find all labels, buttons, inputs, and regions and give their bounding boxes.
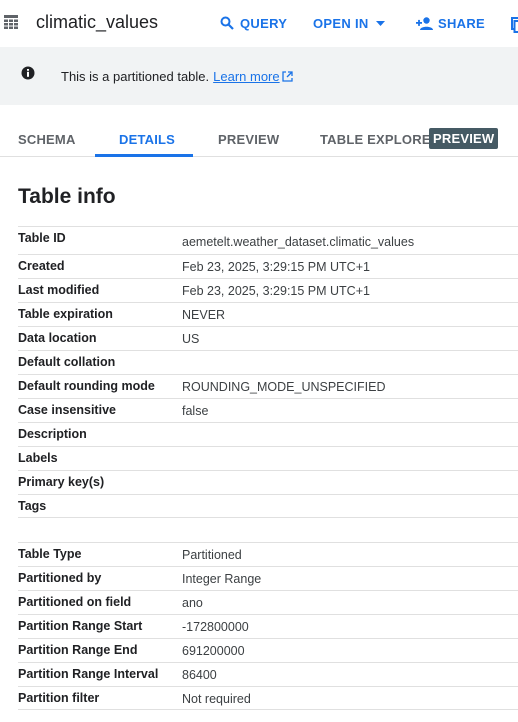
query-button[interactable]: QUERY [220, 12, 287, 34]
info-key: Labels [18, 451, 58, 465]
page-title: climatic_values [36, 12, 159, 32]
info-key: Partition Range Interval [18, 667, 159, 681]
info-value: Feb 23, 2025, 3:29:15 PM UTC+1 [182, 284, 370, 298]
copy-button[interactable] [511, 14, 518, 36]
search-icon [220, 16, 234, 30]
banner-text: This is a partitioned table. [61, 69, 210, 84]
info-row-table-expiration: Table expiration NEVER [18, 302, 518, 326]
info-banner: This is a partitioned table. Learn more [0, 47, 518, 105]
info-row-default-rounding-mode: Default rounding mode ROUNDING_MODE_UNSP… [18, 374, 518, 398]
info-value: US [182, 332, 200, 346]
info-row-default-collation: Default collation [18, 350, 518, 374]
info-row-partitioned-on-field: Partitioned on field ano [18, 590, 518, 614]
info-key: Case insensitive [18, 403, 116, 417]
active-tab-indicator [95, 154, 193, 157]
share-button-label: SHARE [438, 15, 486, 31]
info-value: Partitioned [182, 548, 242, 562]
info-row-table-id: Table ID aemetelt.weather_dataset.climat… [18, 226, 518, 254]
info-row-partition-range-interval: Partition Range Interval 86400 [18, 662, 518, 686]
external-link-icon[interactable] [281, 71, 293, 82]
info-row-tags: Tags [18, 494, 518, 518]
info-value: ano [182, 596, 203, 610]
info-value[interactable]: aemetelt.weather_dataset.climatic_values [182, 235, 414, 249]
preview-badge: PREVIEW [429, 128, 499, 149]
query-button-label: QUERY [240, 15, 288, 31]
info-key: Partitioned on field [18, 595, 132, 609]
tab-preview[interactable]: PREVIEW [218, 132, 279, 147]
info-value: Integer Range [182, 572, 262, 586]
info-key: Table expiration [18, 307, 113, 321]
info-key: Table Type [18, 547, 82, 561]
info-key: Table ID [18, 231, 66, 245]
info-key: Partition Range Start [18, 619, 143, 633]
caret-down-icon [375, 20, 385, 26]
info-key: Primary key(s) [18, 475, 105, 489]
info-value: false [182, 404, 209, 418]
table-icon [4, 15, 18, 29]
share-button[interactable]: SHARE [416, 12, 485, 34]
person-add-icon [416, 16, 433, 30]
tab-table-explorer[interactable]: TABLE EXPLORER [320, 132, 440, 147]
info-value: Feb 23, 2025, 3:29:15 PM UTC+1 [182, 260, 370, 274]
info-key: Description [18, 427, 87, 441]
header-bar: climatic_values QUERY OPEN IN SHARE [0, 0, 518, 46]
info-row-case-insensitive: Case insensitive false [18, 398, 518, 422]
tab-details[interactable]: DETAILS [119, 132, 175, 147]
info-value: 691200000 [182, 644, 245, 658]
info-value: NEVER [182, 308, 226, 322]
info-row-table-type: Table Type Partitioned [18, 542, 518, 566]
open-in-button[interactable]: OPEN IN [313, 12, 385, 34]
info-row-partition-range-start: Partition Range Start -172800000 [18, 614, 518, 638]
info-row-primary-keys: Primary key(s) [18, 470, 518, 494]
table-info-list: Table ID aemetelt.weather_dataset.climat… [18, 226, 518, 710]
info-key: Default rounding mode [18, 379, 155, 393]
tab-bar: SCHEMA DETAILS PREVIEW TABLE EXPLORER PR… [0, 122, 518, 157]
info-row-partition-range-end: Partition Range End 691200000 [18, 638, 518, 662]
info-value: 86400 [182, 668, 217, 682]
info-key: Partition Range End [18, 643, 138, 657]
info-row-last-modified: Last modified Feb 23, 2025, 3:29:15 PM U… [18, 278, 518, 302]
info-key: Default collation [18, 355, 116, 369]
info-key: Partitioned by [18, 571, 102, 585]
info-row-data-location: Data location US [18, 326, 518, 350]
info-value: -172800000 [182, 620, 249, 634]
info-value: Not required [182, 692, 251, 706]
tab-schema[interactable]: SCHEMA [18, 132, 76, 147]
info-value: ROUNDING_MODE_UNSPECIFIED [182, 380, 386, 394]
copy-icon [511, 17, 518, 33]
info-key: Partition filter [18, 691, 100, 705]
info-row-partitioned-by: Partitioned by Integer Range [18, 566, 518, 590]
section-title: Table info [18, 185, 116, 208]
info-row-description: Description [18, 422, 518, 446]
learn-more-link[interactable]: Learn more [213, 69, 279, 84]
info-icon [21, 66, 35, 80]
info-row-labels: Labels [18, 446, 518, 470]
banner-message: This is a partitioned table. Learn more [61, 69, 293, 85]
open-in-button-label: OPEN IN [313, 15, 369, 31]
info-key: Last modified [18, 283, 100, 297]
info-key: Tags [18, 499, 47, 513]
info-row-partition-filter: Partition filter Not required [18, 686, 518, 710]
info-row-created: Created Feb 23, 2025, 3:29:15 PM UTC+1 [18, 254, 518, 278]
info-key: Created [18, 259, 65, 273]
info-key: Data location [18, 331, 97, 345]
